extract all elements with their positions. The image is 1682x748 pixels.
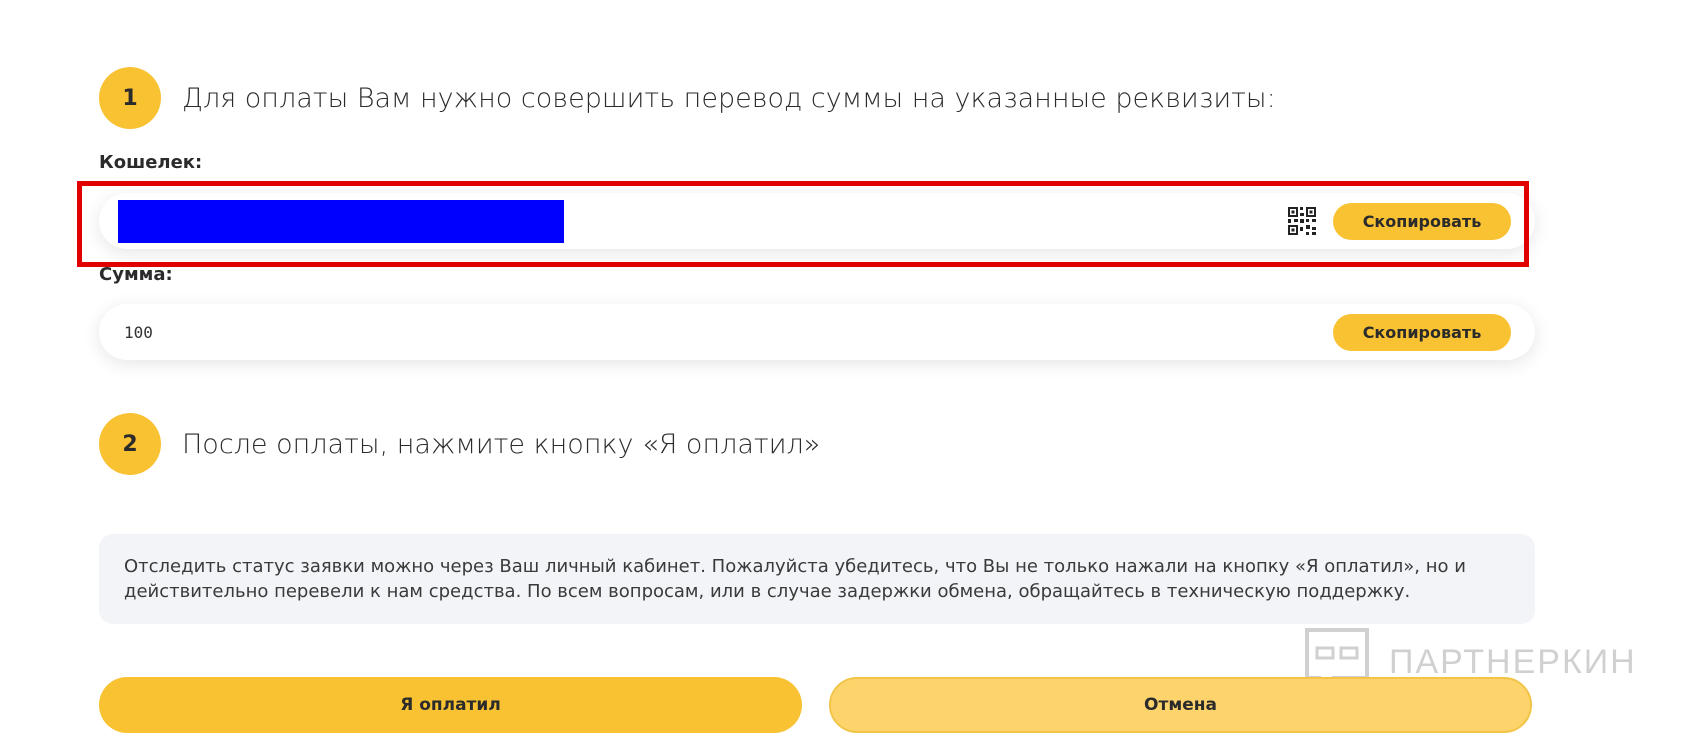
step-1-text: Для оплаты Вам нужно совершить перевод с… — [182, 82, 1276, 114]
step-2-text: После оплаты, нажмите кнопку «Я оплатил» — [182, 428, 821, 460]
wallet-field[interactable]: Скопировать — [99, 193, 1535, 249]
watermark-text: ПАРТНЕРКИН — [1389, 642, 1637, 681]
paid-button[interactable]: Я оплатил — [99, 677, 802, 733]
status-notice: Отследить статус заявки можно через Ваш … — [99, 534, 1535, 624]
step-1: 1 Для оплаты Вам нужно совершить перевод… — [99, 67, 1276, 129]
amount-value: 100 — [124, 322, 153, 342]
amount-label: Сумма: — [99, 264, 173, 285]
wallet-value-redacted — [118, 200, 564, 243]
copy-wallet-button[interactable]: Скопировать — [1333, 203, 1511, 240]
step-1-number: 1 — [99, 67, 161, 129]
cancel-button[interactable]: Отмена — [829, 677, 1532, 733]
copy-amount-button[interactable]: Скопировать — [1333, 314, 1511, 351]
step-2-number: 2 — [99, 413, 161, 475]
amount-field[interactable]: 100 Скопировать — [99, 304, 1535, 360]
qr-code-icon[interactable] — [1288, 207, 1316, 235]
payment-page: 1 Для оплаты Вам нужно совершить перевод… — [0, 0, 1682, 748]
wallet-label: Кошелек: — [99, 152, 203, 173]
step-2: 2 После оплаты, нажмите кнопку «Я оплати… — [99, 413, 820, 475]
